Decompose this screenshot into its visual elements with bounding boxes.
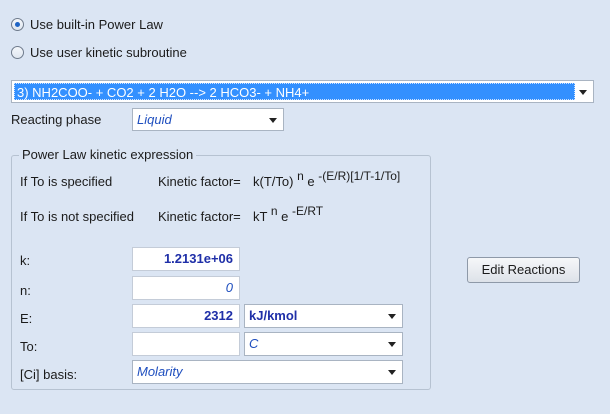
k-label: k: (20, 253, 31, 268)
user-subroutine-radio-row[interactable]: Use user kinetic subroutine (11, 45, 187, 60)
e-input[interactable]: 2312 (132, 304, 240, 328)
reaction-selection-highlight: 3) NH2COO- + CO2 + 2 H2O --> 2 HCO3- + N… (14, 83, 575, 100)
k-input[interactable]: 1.2131e+06 (132, 247, 240, 271)
to-unit-value: C (249, 336, 259, 351)
expr2-base: kT (253, 209, 268, 224)
reacting-phase-value: Liquid (137, 112, 172, 127)
expr1-e: e (307, 174, 315, 189)
ci-basis-select[interactable]: Molarity (132, 360, 403, 384)
expr2-exponent: -E/RT (292, 204, 324, 218)
builtin-power-law-radio[interactable] (11, 18, 24, 31)
expr1-base: k(T/To) (253, 174, 294, 189)
chevron-down-icon[interactable] (579, 89, 587, 95)
chevron-down-icon[interactable] (388, 314, 396, 319)
to-unit-select[interactable]: C (244, 332, 403, 356)
e-label: E: (20, 311, 33, 326)
kinetic-factor-label-2: Kinetic factor= (158, 209, 241, 224)
n-label: n: (20, 283, 31, 298)
kinetic-expression-1: k(T/To) n e -(E/R)[1/T-1/To] (253, 169, 400, 189)
ci-basis-value: Molarity (137, 364, 183, 379)
edit-reactions-button[interactable]: Edit Reactions (467, 257, 580, 283)
chevron-down-icon[interactable] (388, 370, 396, 375)
to-input[interactable] (132, 332, 240, 356)
e-unit-value: kJ/kmol (249, 308, 298, 323)
to-label: To: (20, 339, 38, 354)
expr2-n: n (270, 204, 278, 218)
e-unit-select[interactable]: kJ/kmol (244, 304, 403, 328)
reaction-select[interactable]: 3) NH2COO- + CO2 + 2 H2O --> 2 HCO3- + N… (11, 80, 594, 103)
chevron-down-icon[interactable] (269, 117, 277, 123)
user-subroutine-radio[interactable] (11, 46, 24, 59)
expr2-e: e (281, 209, 289, 224)
ci-basis-label: [Ci] basis: (20, 367, 78, 382)
power-law-group-title: Power Law kinetic expression (19, 147, 197, 162)
chevron-down-icon[interactable] (388, 342, 396, 347)
builtin-power-law-label: Use built-in Power Law (30, 17, 163, 32)
to-not-specified-label: If To is not specified (20, 209, 134, 224)
expr1-n: n (297, 169, 304, 183)
reacting-phase-label: Reacting phase (11, 112, 102, 127)
kinetic-factor-label-1: Kinetic factor= (158, 174, 241, 189)
user-subroutine-label: Use user kinetic subroutine (30, 45, 187, 60)
reaction-selected-text: 3) NH2COO- + CO2 + 2 H2O --> 2 HCO3- + N… (17, 85, 310, 100)
n-input[interactable]: 0 (132, 276, 240, 300)
to-specified-label: If To is specified (20, 174, 113, 189)
builtin-power-law-radio-row[interactable]: Use built-in Power Law (11, 17, 163, 32)
reacting-phase-select[interactable]: Liquid (132, 108, 284, 131)
expr1-exponent: -(E/R)[1/T-1/To] (318, 169, 401, 183)
kinetic-expression-2: kT n e -E/RT (253, 204, 323, 224)
